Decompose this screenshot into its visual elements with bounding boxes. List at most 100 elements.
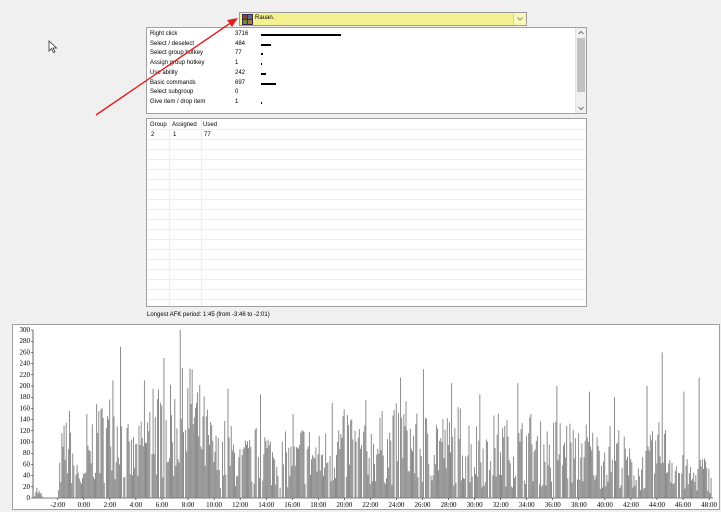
apm-bar bbox=[260, 394, 261, 498]
apm-bar bbox=[580, 457, 582, 498]
apm-bar bbox=[642, 457, 644, 498]
apm-bar bbox=[473, 467, 475, 498]
apm-bar bbox=[326, 463, 328, 498]
apm-bar bbox=[61, 433, 63, 498]
y-tick-label: 160 bbox=[20, 404, 31, 412]
apm-bar bbox=[709, 493, 711, 498]
apm-bar bbox=[301, 431, 303, 498]
apm-bar bbox=[285, 431, 286, 498]
apm-bar bbox=[76, 464, 78, 498]
apm-bar bbox=[679, 472, 681, 498]
apm-bar bbox=[584, 440, 586, 498]
apm-bar bbox=[481, 487, 483, 498]
apm-bar bbox=[593, 475, 595, 498]
apm-bar bbox=[644, 488, 646, 498]
apm-bar bbox=[562, 445, 564, 498]
apm-bar bbox=[430, 475, 432, 498]
action-row: Right click 3716 bbox=[150, 30, 570, 39]
apm-bar bbox=[441, 442, 443, 498]
apm-bar bbox=[276, 466, 278, 498]
table-gridline bbox=[147, 169, 586, 170]
apm-bar bbox=[194, 408, 196, 498]
x-tick-label: 32:00 bbox=[493, 501, 509, 509]
apm-bar bbox=[442, 419, 444, 498]
apm-bar bbox=[136, 443, 138, 498]
apm-bar bbox=[297, 447, 298, 498]
apm-bar bbox=[215, 435, 217, 498]
apm-bar bbox=[660, 463, 662, 498]
apm-bar bbox=[440, 438, 442, 498]
apm-bar bbox=[69, 410, 70, 498]
apm-bar bbox=[504, 425, 506, 498]
apm-bar bbox=[631, 462, 633, 498]
apm-bar bbox=[117, 457, 119, 498]
apm-bar bbox=[586, 437, 588, 498]
apm-bar bbox=[181, 367, 183, 498]
apm-bar bbox=[444, 429, 446, 498]
apm-bar bbox=[162, 477, 164, 498]
y-tick-label: 20 bbox=[23, 483, 31, 491]
apm-bar bbox=[450, 452, 451, 498]
apm-bar bbox=[335, 478, 336, 498]
apm-bar bbox=[193, 417, 195, 498]
apm-bar bbox=[577, 479, 578, 498]
scroll-up-icon[interactable] bbox=[578, 30, 584, 36]
apm-bar bbox=[101, 408, 103, 498]
chart-canvas: 0 20 40 60 80 100 120 140 160 180 200 220 240 260 280 3… bbox=[20, 326, 718, 509]
apm-bar bbox=[640, 490, 641, 498]
table-gridline bbox=[147, 239, 586, 240]
apm-bar bbox=[594, 479, 596, 498]
apm-bar bbox=[329, 455, 331, 498]
apm-bar bbox=[434, 464, 436, 498]
apm-bar bbox=[521, 423, 523, 498]
apm-bar bbox=[592, 432, 594, 498]
apm-bar bbox=[320, 455, 322, 498]
scrollbar-thumb[interactable] bbox=[577, 38, 585, 92]
apm-bar bbox=[268, 445, 270, 498]
actions-scrollbar[interactable] bbox=[575, 28, 586, 113]
apm-bar bbox=[600, 465, 602, 498]
apm-bar bbox=[451, 383, 453, 498]
apm-bar bbox=[115, 462, 117, 498]
apm-bar bbox=[615, 460, 616, 498]
apm-bar bbox=[361, 445, 362, 498]
action-label: Select group hotkey bbox=[150, 50, 204, 57]
apm-bar bbox=[539, 484, 540, 498]
apm-bar bbox=[604, 452, 606, 498]
apm-bar bbox=[698, 377, 700, 498]
table-gridline bbox=[147, 299, 586, 300]
apm-bar bbox=[467, 455, 469, 498]
apm-bar bbox=[312, 455, 314, 498]
apm-bar bbox=[589, 391, 590, 498]
apm-bar bbox=[624, 448, 626, 498]
apm-bar bbox=[590, 446, 592, 498]
player-select-dropdown[interactable]: Rauan. bbox=[239, 12, 527, 26]
apm-bar bbox=[387, 439, 389, 498]
dropdown-toggle[interactable] bbox=[513, 13, 526, 25]
apm-bar bbox=[551, 481, 552, 498]
table-col-divider bbox=[169, 119, 170, 306]
apm-bar bbox=[635, 480, 637, 498]
apm-bar bbox=[133, 437, 134, 498]
table-gridline bbox=[147, 289, 586, 290]
apm-bar bbox=[351, 419, 353, 498]
x-tick-label: -2:00 bbox=[50, 501, 65, 509]
apm-bar bbox=[379, 417, 381, 498]
apm-bar bbox=[336, 455, 337, 498]
apm-bar bbox=[541, 486, 543, 498]
apm-bar bbox=[161, 405, 163, 498]
apm-bar bbox=[201, 449, 203, 498]
scroll-down-icon[interactable] bbox=[578, 105, 584, 111]
apm-bar bbox=[171, 415, 172, 498]
apm-bar bbox=[708, 468, 710, 498]
apm-bar bbox=[71, 483, 73, 498]
apm-bar bbox=[59, 462, 61, 498]
apm-bar bbox=[611, 459, 613, 498]
apm-bar bbox=[540, 421, 542, 498]
apm-bar bbox=[492, 475, 494, 498]
y-tick-label: 220 bbox=[20, 371, 31, 379]
apm-bar bbox=[219, 488, 221, 498]
apm-bar bbox=[140, 421, 142, 498]
chevron-down-icon bbox=[517, 17, 523, 21]
table-gridline bbox=[147, 129, 586, 130]
